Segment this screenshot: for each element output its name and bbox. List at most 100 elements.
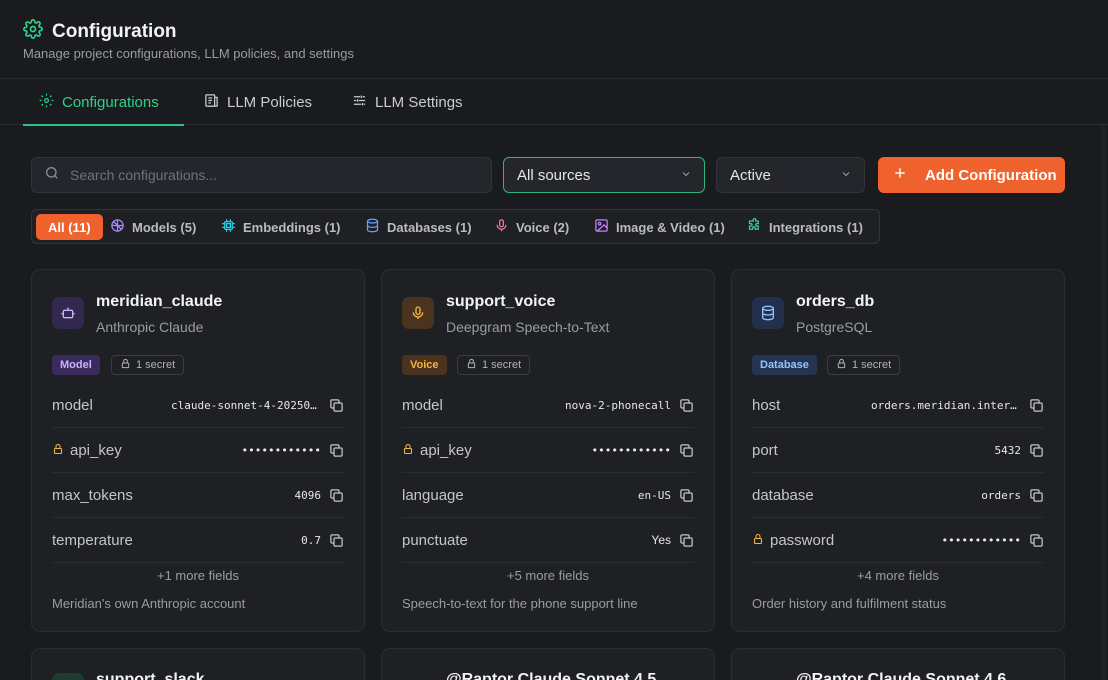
type-badge: Model	[52, 355, 100, 375]
copy-icon[interactable]	[1029, 443, 1044, 458]
source-select[interactable]: All sources	[503, 157, 705, 193]
secret-count: 1 secret	[136, 359, 176, 371]
filter-databases[interactable]: Databases (1)	[365, 214, 472, 240]
type-badge: Voice	[402, 355, 447, 375]
chevron-down-icon	[840, 167, 852, 184]
field-value-wrap: orders.meridian.internal	[871, 398, 1044, 413]
field-key: port	[752, 442, 778, 459]
field-value: claude-sonnet-4-20250514	[171, 398, 321, 412]
search-box[interactable]	[31, 157, 492, 193]
field-value-wrap: ••••••••••••	[942, 533, 1044, 548]
config-card[interactable]: support_voice Deepgram Speech-to-Text Vo…	[381, 269, 715, 632]
secret-count: 1 secret	[852, 359, 892, 371]
config-card[interactable]: @Raptor Claude Sonnet 4.5	[381, 648, 715, 680]
copy-icon[interactable]	[329, 443, 344, 458]
image-icon	[594, 218, 609, 236]
field-value: en-US	[637, 488, 671, 502]
field-key-label: port	[752, 441, 778, 459]
tab-label: LLM Settings	[375, 93, 463, 111]
database-icon	[752, 297, 784, 329]
lock-icon	[120, 358, 131, 372]
copy-icon[interactable]	[679, 533, 694, 548]
copy-icon[interactable]	[679, 488, 694, 503]
copy-icon[interactable]	[679, 443, 694, 458]
filter-label: Image & Video (1)	[616, 219, 725, 235]
filter-voice[interactable]: Voice (2)	[494, 214, 569, 240]
copy-icon[interactable]	[329, 488, 344, 503]
tab-llm-settings[interactable]: LLM Settings	[352, 79, 463, 125]
field-row: database orders	[752, 473, 1044, 518]
filter-embeddings[interactable]: Embeddings (1)	[221, 214, 341, 240]
filter-label: Integrations (1)	[769, 219, 863, 235]
secret-count: 1 secret	[482, 359, 522, 371]
config-card[interactable]: support_slack	[31, 648, 365, 680]
copy-icon[interactable]	[329, 533, 344, 548]
field-value: orders	[981, 488, 1021, 502]
copy-icon[interactable]	[1029, 488, 1044, 503]
field-row: port 5432	[752, 428, 1044, 473]
field-value: nova-2-phonecall	[565, 398, 671, 412]
lock-icon	[52, 442, 64, 459]
more-fields-link[interactable]: +5 more fields	[382, 568, 714, 583]
filter-models[interactable]: Models (5)	[110, 214, 196, 240]
card-provider: PostgreSQL	[796, 319, 873, 335]
mic-icon	[402, 297, 434, 329]
field-key-label: database	[752, 486, 814, 504]
filter-all[interactable]: All (11)	[36, 214, 103, 240]
config-card[interactable]: @Raptor Claude Sonnet 4.6	[731, 648, 1065, 680]
copy-icon[interactable]	[1029, 398, 1044, 413]
copy-icon[interactable]	[1029, 533, 1044, 548]
scrollbar-thumb[interactable]	[1101, 125, 1107, 680]
card-provider: Deepgram Speech-to-Text	[446, 319, 610, 335]
add-configuration-label: Add Configuration	[925, 166, 1057, 184]
field-value: 5432	[994, 443, 1022, 457]
copy-icon[interactable]	[329, 398, 344, 413]
card-name: @Raptor Claude Sonnet 4.6	[796, 671, 1007, 680]
field-key: host	[752, 397, 780, 414]
filter-label: All (11)	[48, 219, 91, 235]
field-row: model nova-2-phonecall	[402, 383, 694, 428]
plus-icon	[893, 166, 907, 184]
config-card[interactable]: orders_db PostgreSQL Database 1 secret h…	[731, 269, 1065, 632]
config-card[interactable]: meridian_claude Anthropic Claude Model 1…	[31, 269, 365, 632]
more-fields-link[interactable]: +4 more fields	[732, 568, 1064, 583]
puzzle-icon	[747, 218, 762, 236]
field-row: punctuate Yes	[402, 518, 694, 563]
copy-icon[interactable]	[679, 398, 694, 413]
field-value-wrap: 5432	[995, 443, 1045, 458]
field-value-wrap: nova-2-phonecall	[565, 398, 694, 413]
field-value: orders.meridian.internal	[871, 398, 1021, 412]
field-key-label: host	[752, 396, 781, 414]
add-configuration-button[interactable]: Add Configuration	[878, 157, 1065, 193]
field-value: ••••••••••••	[941, 533, 1021, 547]
database-icon	[365, 218, 380, 236]
status-select-value: Active	[730, 166, 771, 184]
field-value: ••••••••••••	[591, 443, 671, 457]
field-key: max_tokens	[52, 487, 133, 504]
card-description: Speech-to-text for the phone support lin…	[402, 596, 638, 611]
filter-label: Voice (2)	[516, 219, 570, 235]
page-title: Configuration	[52, 20, 177, 42]
filter-integrations[interactable]: Integrations (1)	[747, 214, 863, 240]
field-key-label: password	[770, 531, 835, 549]
secret-badge: 1 secret	[457, 355, 531, 375]
field-value: ••••••••••••	[241, 443, 321, 457]
field-key: temperature	[52, 532, 133, 549]
page-subtitle: Manage project configurations, LLM polic…	[23, 46, 354, 61]
status-select[interactable]: Active	[716, 157, 865, 193]
search-input[interactable]	[70, 167, 470, 183]
scrollbar[interactable]	[1100, 125, 1108, 680]
tab-llm-policies[interactable]: LLM Policies	[204, 79, 312, 125]
field-key: database	[752, 487, 814, 504]
filter-label: Models (5)	[132, 219, 197, 235]
lock-icon	[402, 442, 414, 459]
card-name: support_slack	[96, 671, 205, 680]
field-row: model claude-sonnet-4-20250514	[52, 383, 344, 428]
gear-icon	[23, 19, 43, 44]
more-fields-link[interactable]: +1 more fields	[32, 568, 364, 583]
lock-icon	[466, 358, 477, 372]
field-value-wrap: ••••••••••••	[592, 443, 694, 458]
filter-image-video[interactable]: Image & Video (1)	[594, 214, 725, 240]
tab-configurations[interactable]: Configurations	[23, 79, 184, 126]
field-key-label: max_tokens	[52, 486, 133, 504]
